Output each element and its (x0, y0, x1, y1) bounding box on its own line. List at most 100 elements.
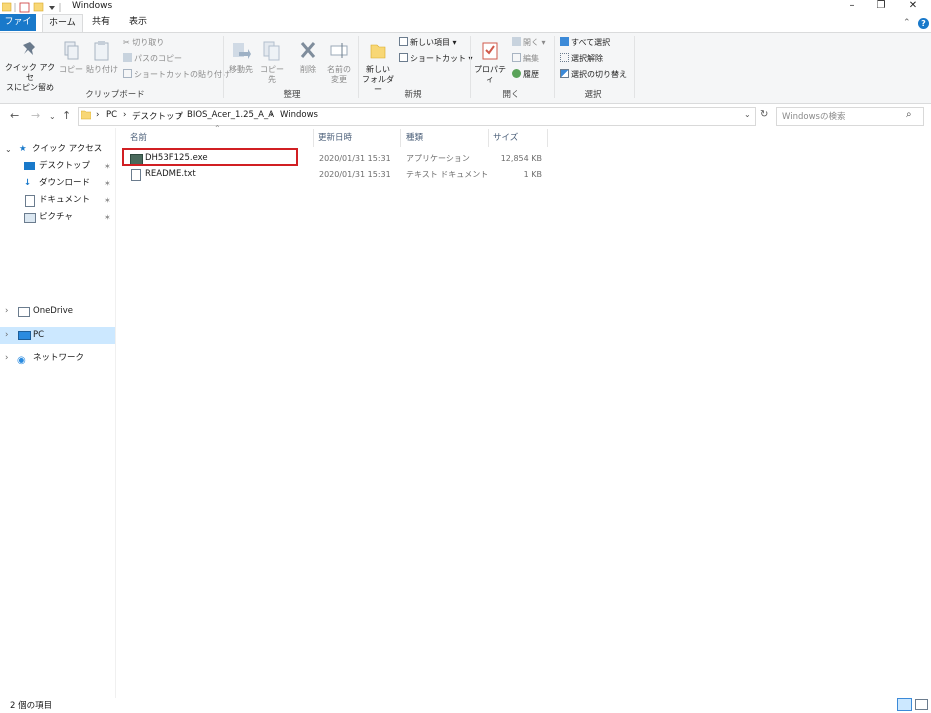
star-icon: ★ (19, 144, 27, 154)
invert-selection-button[interactable]: 選択の切り替え (560, 69, 627, 81)
search-input[interactable]: Windowsの検索 (782, 110, 845, 122)
paste-shortcut-icon (123, 69, 132, 78)
edit-button[interactable]: 編集 (512, 53, 539, 65)
copy-path-button[interactable]: パスのコピー (123, 53, 182, 65)
tab-share[interactable]: 共有 (86, 14, 116, 31)
properties-icon (482, 42, 498, 60)
nav-pane-divider (115, 128, 116, 698)
column-divider[interactable] (488, 129, 489, 147)
move-to-button[interactable]: 移動先 (226, 40, 256, 75)
move-to-label: 移動先 (229, 65, 253, 74)
breadcrumb-separator-icon: › (96, 110, 100, 120)
new-item-button[interactable]: 新しい項目 ▾ (399, 37, 457, 49)
search-icon[interactable]: ⌕ (906, 109, 912, 120)
copy-to-button[interactable]: コピー先 (257, 40, 287, 85)
chevron-right-icon[interactable]: › (5, 303, 8, 320)
cut-button[interactable]: ✂ 切り取り (123, 37, 164, 49)
tab-view[interactable]: 表示 (123, 14, 153, 31)
ribbon-collapse-icon[interactable]: ⌃ (903, 18, 911, 28)
nav-network[interactable]: › ◉ ネットワーク (0, 350, 115, 367)
nav-documents-label: ドキュメント (39, 195, 91, 205)
new-folder-button[interactable]: 新しい フォルダー (361, 40, 395, 95)
nav-quick-access[interactable]: ⌄ ★ クイック アクセス (0, 141, 115, 158)
tab-file[interactable]: ファイル (0, 14, 36, 44)
tab-home[interactable]: ホーム (42, 14, 83, 33)
pin-icon: ✶ (104, 162, 111, 171)
history-button[interactable]: 履歴 (512, 69, 539, 81)
network-icon: ◉ (17, 355, 26, 366)
column-header-type[interactable]: 種類 (406, 131, 423, 143)
select-all-button[interactable]: すべて選択 (560, 37, 610, 49)
address-dropdown-icon[interactable]: ⌄ (744, 110, 751, 119)
nav-documents[interactable]: ドキュメント ✶ (0, 192, 115, 209)
chevron-down-icon[interactable]: ⌄ (5, 141, 12, 158)
delete-button[interactable]: 削除 (295, 40, 321, 75)
edit-label: 編集 (523, 54, 539, 63)
large-icons-view-icon[interactable] (915, 699, 928, 710)
breadcrumb-windows[interactable]: Windows (280, 110, 318, 120)
column-header-modified[interactable]: 更新日時 (318, 131, 352, 143)
breadcrumb-bios-folder[interactable]: BIOS_Acer_1.25_A_A (187, 110, 274, 120)
pin-label-line1: クイック アクセ (4, 63, 56, 82)
forward-icon[interactable]: → (31, 109, 40, 122)
file-type: アプリケーション (406, 154, 470, 163)
file-size: 12,854 KB (500, 154, 542, 163)
help-icon[interactable]: ? (918, 18, 929, 29)
column-divider[interactable] (313, 129, 314, 147)
back-icon[interactable]: ← (10, 109, 19, 122)
pin-to-quick-access-button[interactable]: クイック アクセ スにピン留め (4, 40, 56, 93)
select-none-label: 選択解除 (571, 54, 603, 63)
nav-downloads[interactable]: ↓ ダウンロード ✶ (0, 175, 115, 192)
details-view-icon[interactable] (897, 698, 912, 711)
nav-pc[interactable]: › PC (0, 327, 115, 344)
file-size: 1 KB (523, 170, 542, 179)
invert-selection-icon (560, 69, 569, 78)
rename-icon (330, 43, 348, 58)
chevron-right-icon[interactable]: › (5, 327, 8, 344)
edit-icon (512, 53, 521, 62)
easy-access-button[interactable]: ショートカット ▾ (399, 53, 473, 65)
open-button[interactable]: 開く ▾ (512, 37, 546, 49)
nav-desktop[interactable]: デスクトップ ✶ (0, 158, 115, 175)
onedrive-icon (18, 307, 30, 317)
copy-to-icon (263, 41, 280, 61)
select-none-icon (560, 53, 569, 62)
breadcrumb-desktop[interactable]: デスクトップ (132, 110, 183, 122)
group-divider (634, 36, 635, 98)
copy-button[interactable]: コピー (58, 40, 84, 75)
paste-shortcut-button[interactable]: ショートカットの貼り付け (123, 69, 230, 81)
column-divider[interactable] (400, 129, 401, 147)
file-modified: 2020/01/31 15:31 (319, 170, 391, 179)
group-divider (470, 36, 471, 98)
column-header-size[interactable]: サイズ (493, 131, 518, 143)
folder-icon (81, 110, 91, 120)
paste-button[interactable]: 貼り付け (86, 40, 118, 75)
breadcrumb-pc[interactable]: PC (106, 110, 117, 120)
minimize-icon[interactable]: – (842, 0, 862, 11)
cut-label: 切り取り (132, 38, 165, 47)
clipboard-group-label: クリップボード (85, 90, 145, 100)
properties-button[interactable]: プロパティ (472, 40, 508, 85)
nav-onedrive[interactable]: › OneDrive (0, 303, 115, 320)
rename-button[interactable]: 名前の 変更 (324, 40, 354, 85)
rename-label-line1: 名前の (327, 65, 351, 74)
shortcut-icon (399, 53, 408, 62)
recent-locations-icon[interactable]: ⌄ (49, 112, 56, 121)
chevron-right-icon[interactable]: › (5, 350, 8, 367)
column-divider[interactable] (547, 129, 548, 147)
select-none-button[interactable]: 選択解除 (560, 53, 603, 65)
restore-icon[interactable]: ❐ (871, 0, 891, 11)
nav-pictures[interactable]: ピクチャ ✶ (0, 209, 115, 226)
file-modified: 2020/01/31 15:31 (319, 154, 391, 163)
refresh-icon[interactable]: ↻ (760, 109, 768, 120)
download-icon: ↓ (24, 178, 32, 188)
column-header-name[interactable]: 名前 (130, 131, 147, 143)
move-to-icon (233, 43, 251, 59)
group-divider (358, 36, 359, 98)
open-label: 開く ▾ (523, 38, 546, 47)
file-row[interactable]: README.txt 2020/01/31 15:31 テキスト ドキュメント … (128, 167, 548, 182)
new-item-icon (399, 37, 408, 46)
up-icon[interactable]: ↑ (62, 109, 71, 122)
close-icon[interactable]: ✕ (903, 0, 923, 11)
nav-onedrive-label: OneDrive (33, 306, 73, 316)
